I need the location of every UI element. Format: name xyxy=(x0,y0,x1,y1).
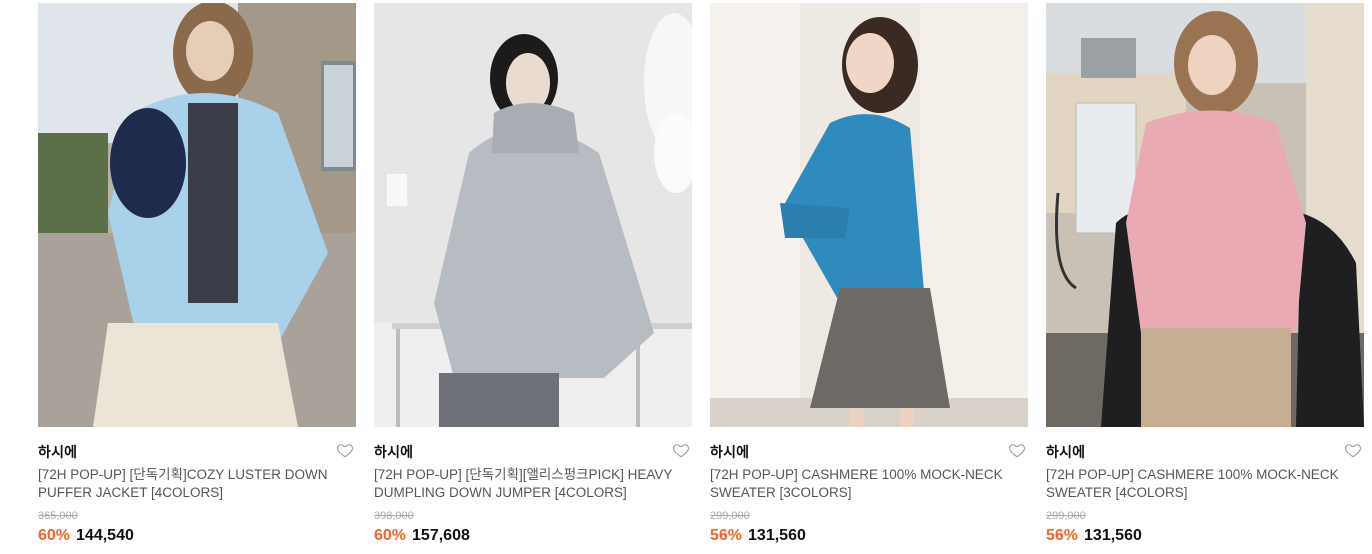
product-image[interactable] xyxy=(1046,3,1364,427)
product-title[interactable]: [72H POP-UP] [단독기획][앨리스펑크PICK] HEAVY DUM… xyxy=(374,466,684,502)
product-card[interactable]: 하시에 [72H POP-UP] CASHMERE 100% MOCK-NECK… xyxy=(710,0,1028,554)
sale-price: 131,560 xyxy=(748,527,806,544)
heart-outline-icon[interactable] xyxy=(672,441,690,459)
sale-price: 157,608 xyxy=(412,527,470,544)
product-image[interactable] xyxy=(374,3,692,427)
discount-rate: 60% xyxy=(38,527,71,544)
heart-outline-icon[interactable] xyxy=(336,441,354,459)
product-card[interactable]: 하시에 [72H POP-UP] [단독기획]COZY LUSTER DOWN … xyxy=(38,0,356,554)
original-price: 299,000 xyxy=(710,510,750,522)
heart-outline-icon[interactable] xyxy=(1008,441,1026,459)
discount-rate: 56% xyxy=(1046,527,1079,544)
original-price: 398,000 xyxy=(374,510,414,522)
sale-price: 131,560 xyxy=(1084,527,1142,544)
price-row: 60% 157,608 xyxy=(374,527,470,545)
product-photo xyxy=(374,3,692,427)
sale-price: 144,540 xyxy=(76,527,134,544)
product-card[interactable]: 하시에 [72H POP-UP] [단독기획][앨리스펑크PICK] HEAVY… xyxy=(374,0,692,554)
discount-rate: 60% xyxy=(374,527,407,544)
brand-name[interactable]: 하시에 xyxy=(1046,442,1085,462)
heart-outline-icon[interactable] xyxy=(1344,441,1362,459)
price-row: 60% 144,540 xyxy=(38,527,134,545)
product-title[interactable]: [72H POP-UP] CASHMERE 100% MOCK-NECK SWE… xyxy=(710,466,1020,502)
product-title[interactable]: [72H POP-UP] CASHMERE 100% MOCK-NECK SWE… xyxy=(1046,466,1356,502)
product-photo xyxy=(38,3,356,427)
product-photo xyxy=(710,3,1028,427)
brand-name[interactable]: 하시에 xyxy=(710,442,749,462)
product-image[interactable] xyxy=(38,3,356,427)
original-price: 365,000 xyxy=(38,510,78,522)
original-price: 299,000 xyxy=(1046,510,1086,522)
product-card[interactable]: 하시에 [72H POP-UP] CASHMERE 100% MOCK-NECK… xyxy=(1046,0,1364,554)
product-title[interactable]: [72H POP-UP] [단독기획]COZY LUSTER DOWN PUFF… xyxy=(38,466,348,502)
price-row: 56% 131,560 xyxy=(1046,527,1142,545)
brand-name[interactable]: 하시에 xyxy=(38,442,77,462)
price-row: 56% 131,560 xyxy=(710,527,806,545)
discount-rate: 56% xyxy=(710,527,743,544)
product-grid: 하시에 [72H POP-UP] [단독기획]COZY LUSTER DOWN … xyxy=(0,0,1372,554)
product-image[interactable] xyxy=(710,3,1028,427)
brand-name[interactable]: 하시에 xyxy=(374,442,413,462)
product-photo xyxy=(1046,3,1364,427)
